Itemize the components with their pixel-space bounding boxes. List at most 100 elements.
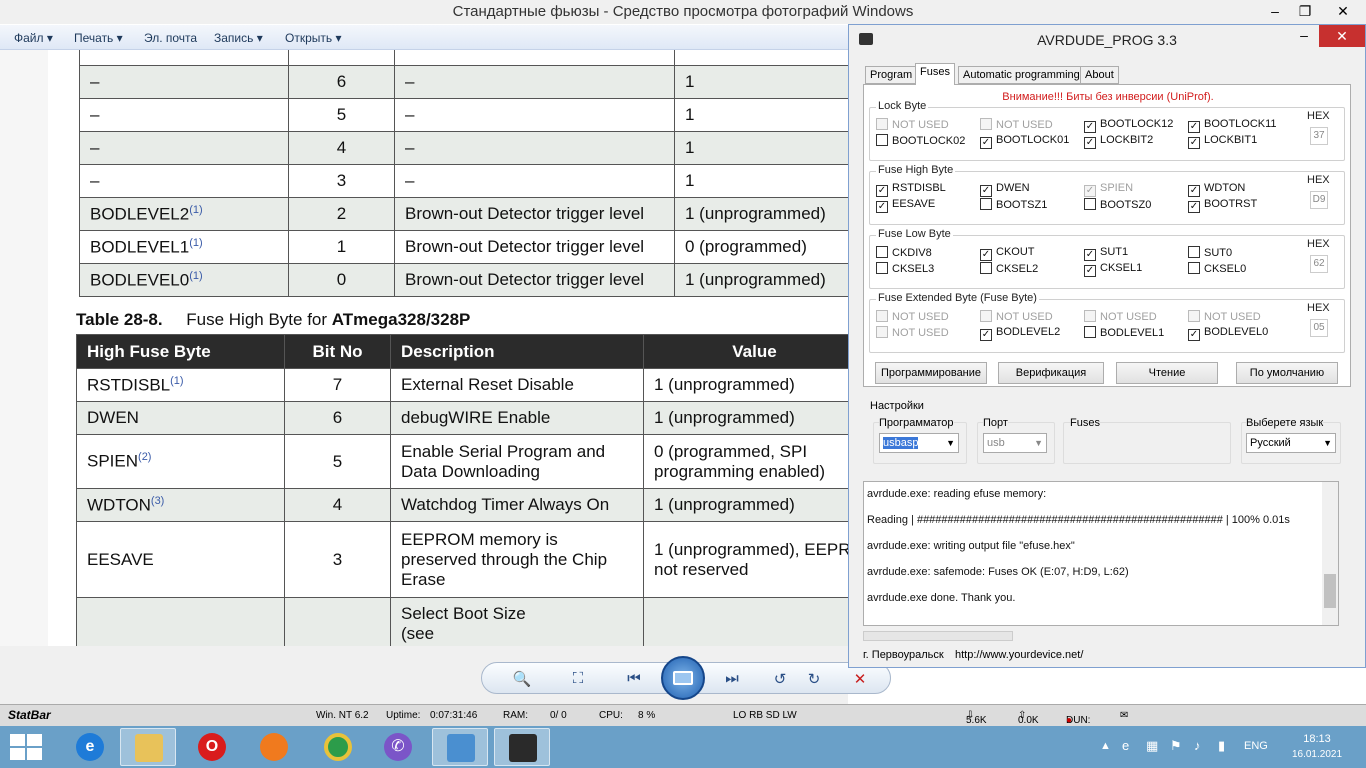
taskbar-explorer[interactable] <box>120 728 176 766</box>
fuse-checkbox[interactable]: ✓ BOOTLOCK11 <box>1188 118 1277 133</box>
hex-label: HEX <box>1307 302 1330 314</box>
fuse-checkbox[interactable]: ✓ CKSEL1 <box>1084 262 1142 277</box>
fuse-checkbox[interactable]: ✓ DWEN <box>980 182 1030 197</box>
chrome-icon <box>324 733 352 761</box>
program-button[interactable]: Программирование <box>875 362 987 384</box>
fit-window-icon[interactable]: ⛶ <box>566 670 590 687</box>
fuse-checkbox[interactable]: BODLEVEL1 <box>1084 326 1164 339</box>
volume-icon[interactable]: ♪ <box>1194 738 1201 753</box>
fuse-checkbox[interactable]: BOOTLOCK02 <box>876 134 965 147</box>
default-button[interactable]: По умолчанию <box>1236 362 1338 384</box>
checkbox-icon <box>876 246 888 258</box>
taskbar-viber[interactable]: ✆ <box>370 728 426 766</box>
language-select[interactable]: Русский ▼ <box>1246 433 1336 453</box>
checkbox-icon <box>1188 262 1200 274</box>
table-row: EESAVE 3 EEPROM memory is preserved through… <box>76 521 848 598</box>
checkbox-icon: ✓ <box>1084 265 1096 277</box>
fuse-checkbox[interactable]: ✓ BODLEVEL0 <box>1188 326 1268 341</box>
programmer-select[interactable]: usbasp ▼ <box>879 433 959 453</box>
fuse-checkbox[interactable]: SUT0 <box>1188 246 1232 259</box>
hex-value[interactable]: D9 <box>1310 191 1328 209</box>
verify-button[interactable]: Верификация <box>998 362 1104 384</box>
group-lock: Lock Byte NOT USED NOT USED ✓ BOOTLOCK12 ✓ BOO… <box>869 100 1345 161</box>
rotate-right-icon[interactable]: ↻ <box>802 670 826 688</box>
taskbar-photo-viewer[interactable] <box>432 728 488 766</box>
checkbox-icon <box>876 326 888 338</box>
delete-icon[interactable]: ✕ <box>848 670 872 688</box>
start-button[interactable] <box>8 732 46 762</box>
taskbar-opera[interactable]: O <box>184 728 240 766</box>
status-url[interactable]: http://www.yourdevice.net/ <box>955 649 1083 661</box>
menu-file[interactable]: Файл ▾ <box>14 31 53 45</box>
fuse-checkbox: NOT USED <box>980 118 1053 131</box>
battery-icon[interactable]: ▮ <box>1218 738 1225 754</box>
fuse-checkbox[interactable]: BOOTSZ1 <box>980 198 1047 211</box>
close-icon[interactable]: ✕ <box>1319 25 1365 47</box>
input-language[interactable]: ENG <box>1244 740 1268 752</box>
flag-icon[interactable]: ⚑ <box>1170 738 1182 754</box>
read-button[interactable]: Чтение <box>1116 362 1218 384</box>
tab-about[interactable]: About <box>1080 66 1119 84</box>
taskbar-ie[interactable]: e <box>62 728 118 766</box>
photo-viewer-icon <box>447 734 475 762</box>
previous-icon[interactable]: ⏮ <box>622 670 646 687</box>
fuse-checkbox[interactable]: ✓ EESAVE <box>876 198 935 213</box>
menu-burn[interactable]: Запись ▾ <box>214 31 263 45</box>
log-output[interactable]: avrdude.exe: reading efuse memory: Readi… <box>863 481 1339 626</box>
tab-program[interactable]: Program <box>865 66 918 84</box>
taskbar-chrome[interactable] <box>310 728 366 766</box>
restore-icon[interactable]: ❐ <box>1290 0 1320 22</box>
fuse-checkbox[interactable]: ✓ BOOTLOCK12 <box>1084 118 1173 133</box>
clock-date[interactable]: 16.01.2021 <box>1290 749 1344 760</box>
minimize-icon[interactable]: – <box>1260 0 1290 22</box>
slideshow-button[interactable] <box>661 656 705 700</box>
port-select[interactable]: usb ▼ <box>983 433 1047 453</box>
hex-value[interactable]: 37 <box>1310 127 1328 145</box>
log-line: avrdude.exe: safemode: Fuses OK (E:07, H… <box>867 566 1129 578</box>
menu-print[interactable]: Печать ▾ <box>74 31 123 45</box>
mail-icon[interactable]: ✉ <box>1120 710 1128 721</box>
checkbox-icon <box>1084 198 1096 210</box>
fuse-checkbox[interactable]: CKDIV8 <box>876 246 932 259</box>
fuse-checkbox[interactable]: BOOTSZ0 <box>1084 198 1151 211</box>
taskbar-firefox[interactable] <box>246 728 302 766</box>
checkbox-icon <box>876 262 888 274</box>
fuse-checkbox[interactable]: ✓ WDTON <box>1188 182 1245 197</box>
status-city: г. Первоуральск <box>863 649 944 661</box>
fuse-checkbox[interactable]: CKSEL0 <box>1188 262 1246 275</box>
fuse-checkbox[interactable]: ✓ BODLEVEL2 <box>980 326 1060 341</box>
fuse-checkbox[interactable]: ✓ LOCKBIT2 <box>1084 134 1153 149</box>
clock-time[interactable]: 18:13 <box>1300 733 1334 745</box>
tray-ie-icon[interactable]: e <box>1122 738 1129 753</box>
hex-value[interactable]: 05 <box>1310 319 1328 337</box>
progress-bar <box>863 631 1013 641</box>
tray-overflow-icon[interactable]: ▲ <box>1100 740 1111 752</box>
fuses-group: Fuses <box>1063 417 1231 464</box>
log-scrollbar[interactable] <box>1322 482 1338 625</box>
zoom-icon[interactable]: 🔍 <box>510 670 534 688</box>
fuse-checkbox[interactable]: ✓ SUT1 <box>1084 246 1128 261</box>
table-row: –3–1 <box>79 164 848 198</box>
menu-email[interactable]: Эл. почта <box>144 31 197 45</box>
taskbar-avrdude[interactable] <box>494 728 550 766</box>
tab-automatic-programming[interactable]: Automatic programming <box>958 66 1085 84</box>
fuse-checkbox[interactable]: ✓ CKOUT <box>980 246 1035 261</box>
table-row: Select Boot Size (see <box>76 597 848 646</box>
group-label: Lock Byte <box>876 100 929 112</box>
rotate-left-icon[interactable]: ↺ <box>768 670 792 688</box>
fuse-checkbox[interactable]: CKSEL2 <box>980 262 1038 275</box>
close-icon[interactable]: ✕ <box>1320 0 1366 22</box>
fuse-checkbox[interactable]: ✓ BOOTRST <box>1188 198 1257 213</box>
menu-open[interactable]: Открыть ▾ <box>285 31 342 45</box>
scroll-thumb[interactable] <box>1324 574 1336 608</box>
next-icon[interactable]: ⏭ <box>720 670 744 687</box>
tab-fuses[interactable]: Fuses <box>915 63 955 85</box>
fuse-checkbox[interactable]: ✓ RSTDISBL <box>876 182 946 197</box>
network-icon[interactable]: ▦ <box>1146 738 1158 754</box>
fuse-checkbox[interactable]: ✓ LOCKBIT1 <box>1188 134 1257 149</box>
drive-flags: LO RB SD LW <box>733 710 797 721</box>
fuse-checkbox[interactable]: ✓ BOOTLOCK01 <box>980 134 1069 149</box>
hex-value[interactable]: 62 <box>1310 255 1328 273</box>
minimize-icon[interactable]: – <box>1289 25 1319 47</box>
fuse-checkbox[interactable]: CKSEL3 <box>876 262 934 275</box>
